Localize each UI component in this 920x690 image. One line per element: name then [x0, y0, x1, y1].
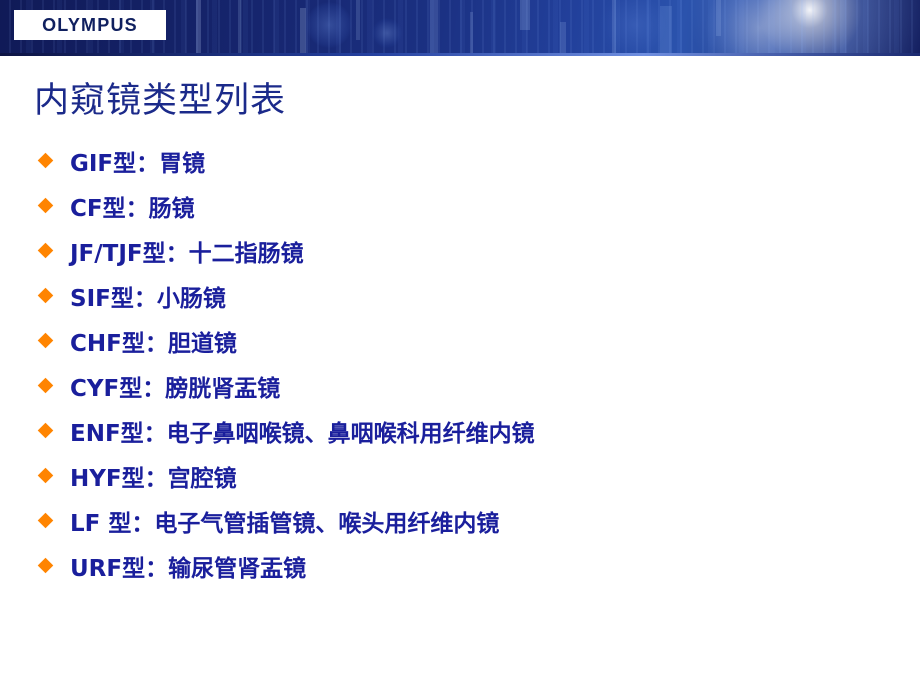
banner-stripe	[238, 0, 241, 56]
diamond-bullet-icon	[36, 287, 70, 304]
banner-bubble	[600, 0, 670, 56]
list-item-label: JF/TJF型：十二指肠镜	[70, 240, 304, 267]
banner-stripe	[430, 0, 438, 56]
banner-bottom-line	[0, 53, 920, 56]
diamond-bullet-icon	[36, 332, 70, 349]
diamond-bullet-icon	[36, 377, 70, 394]
list-item: GIF型：胃镜	[36, 138, 886, 183]
list-item-label: CHF型：胆道镜	[70, 330, 237, 357]
list-item-label: HYF型：宫腔镜	[70, 465, 237, 492]
banner-stripe	[196, 0, 201, 56]
diamond-bullet-icon	[36, 152, 70, 169]
banner-bubble	[372, 18, 402, 48]
banner-stripe	[356, 0, 360, 40]
slide-banner: OLYMPUS	[0, 0, 920, 56]
diamond-bullet-icon	[36, 197, 70, 214]
banner-glow	[700, 0, 820, 56]
banner-stripe	[840, 0, 846, 56]
diamond-bullet-icon	[36, 422, 70, 439]
banner-bubble	[306, 2, 352, 48]
list-item-label: CF型：肠镜	[70, 195, 195, 222]
list-item-label: LF 型：电子气管插管镜、喉头用纤维内镜	[70, 510, 500, 537]
list-item: JF/TJF型：十二指肠镜	[36, 228, 886, 273]
olympus-logo-text: OLYMPUS	[42, 15, 138, 35]
diamond-bullet-icon	[36, 242, 70, 259]
list-item: ENF型：电子鼻咽喉镜、鼻咽喉科用纤维内镜	[36, 408, 886, 453]
list-item: SIF型：小肠镜	[36, 273, 886, 318]
diamond-bullet-icon	[36, 557, 70, 574]
list-item: LF 型：电子气管插管镜、喉头用纤维内镜	[36, 498, 886, 543]
bullet-list: GIF型：胃镜 CF型：肠镜 JF/TJF型：十二指肠镜 SIF型：小肠镜 CH…	[36, 138, 886, 588]
list-item: URF型：输尿管肾盂镜	[36, 543, 886, 588]
list-item-label: ENF型：电子鼻咽喉镜、鼻咽喉科用纤维内镜	[70, 420, 535, 447]
olympus-logo: OLYMPUS	[14, 10, 166, 40]
list-item-label: GIF型：胃镜	[70, 150, 206, 177]
page-title: 内窥镜类型列表	[34, 81, 287, 121]
banner-stripe	[470, 12, 473, 56]
diamond-bullet-icon	[36, 467, 70, 484]
slide: OLYMPUS 内窥镜类型列表 GIF型：胃镜 CF型：肠镜 JF/TJF型：十…	[0, 0, 920, 690]
list-item: HYF型：宫腔镜	[36, 453, 886, 498]
banner-stripe	[300, 8, 306, 56]
list-item: CYF型：膀胱肾盂镜	[36, 363, 886, 408]
list-item-label: CYF型：膀胱肾盂镜	[70, 375, 281, 402]
banner-stripe	[520, 0, 530, 30]
list-item: CF型：肠镜	[36, 183, 886, 228]
list-item-label: SIF型：小肠镜	[70, 285, 226, 312]
banner-stripe	[560, 22, 566, 56]
list-item: CHF型：胆道镜	[36, 318, 886, 363]
list-item-label: URF型：输尿管肾盂镜	[70, 555, 307, 582]
diamond-bullet-icon	[36, 512, 70, 529]
